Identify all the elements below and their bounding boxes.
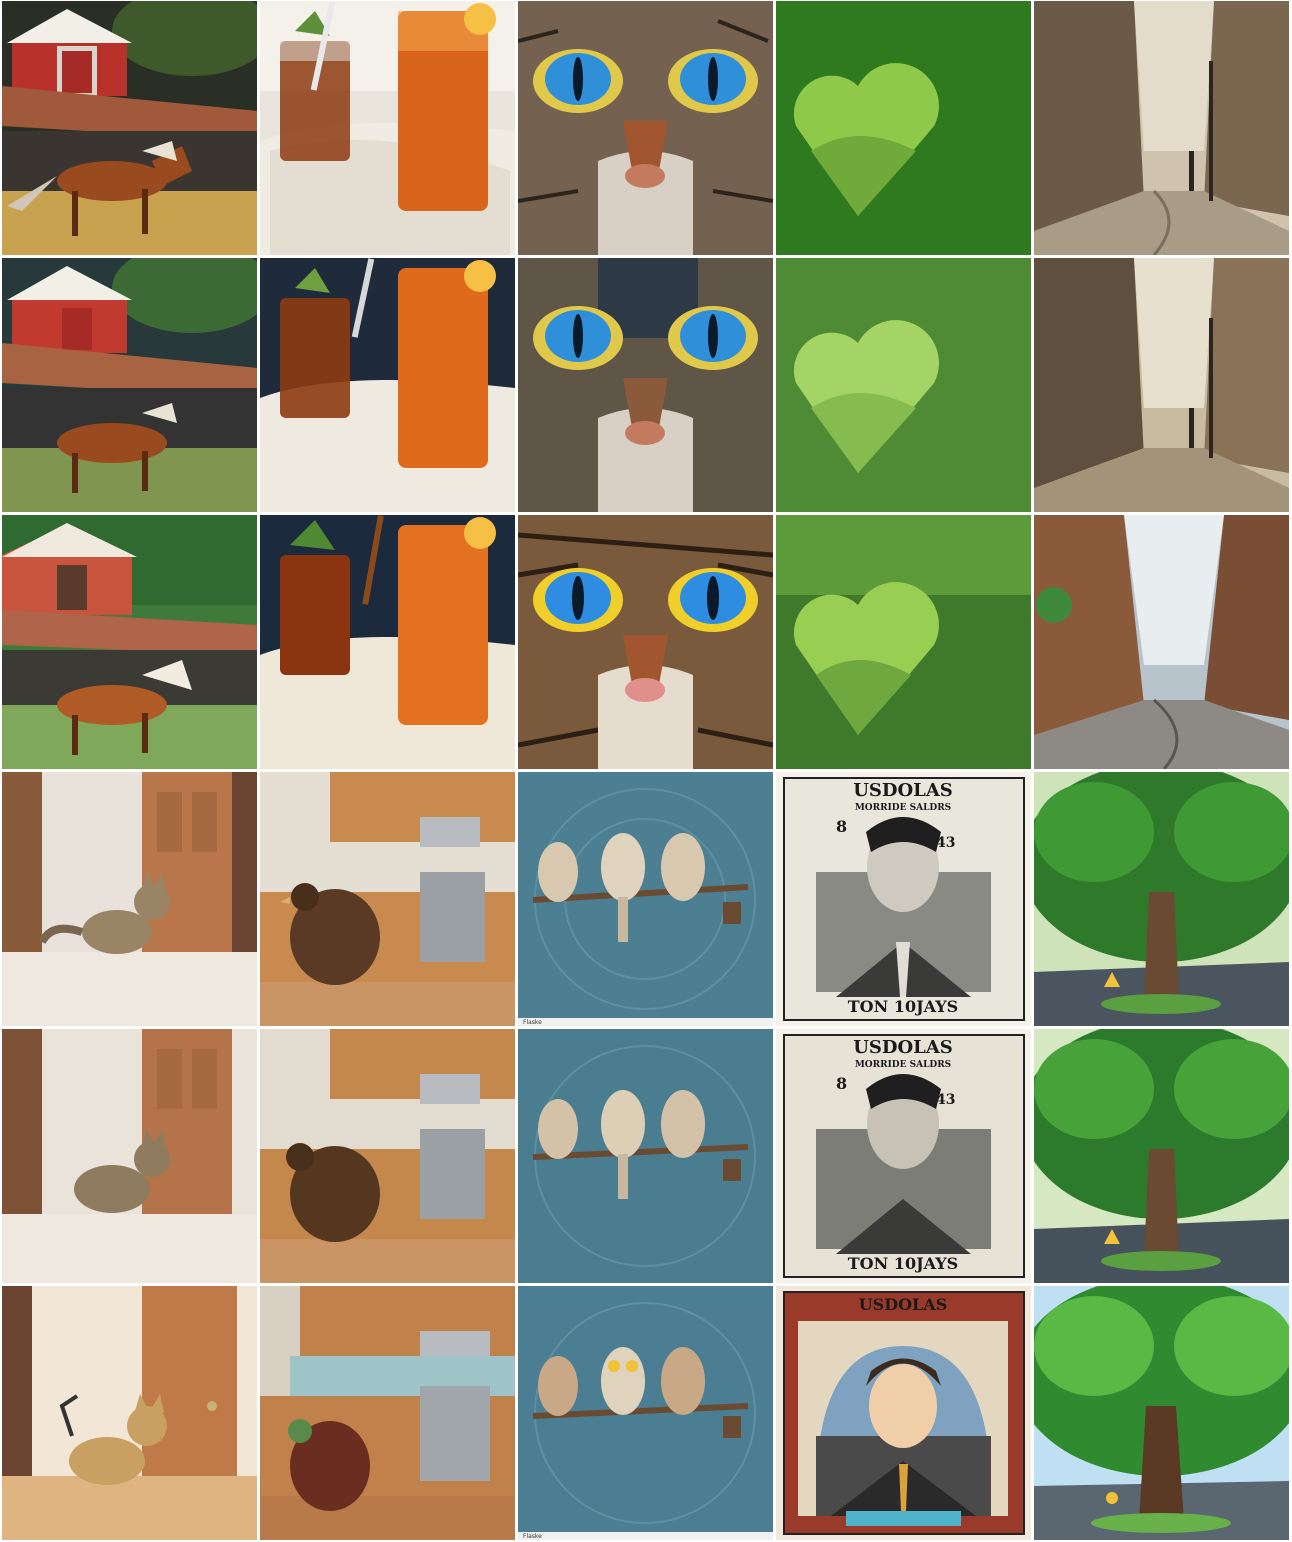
tile-iced-tea-2 <box>260 258 515 512</box>
tile-dollar-1: USDOLAS MORRIDE SALDRS 8 43 TON 10JAYS <box>776 772 1031 1026</box>
cat-eyes-image <box>518 258 773 512</box>
tile-owls-1: Flaske <box>518 772 773 1026</box>
money-top-text: USDOLAS <box>859 1295 948 1314</box>
tree-road-image <box>1034 1286 1289 1540</box>
tile-barn-horse-3 <box>2 515 257 769</box>
money-bottom-text: TON 10JAYS <box>848 997 958 1016</box>
dollar-bill-image: USDOLAS MORRIDE SALDRS 8 43 TON 10JAYS <box>776 1029 1031 1283</box>
turkey-kitchen-image <box>260 1029 515 1283</box>
tile-street-1 <box>1034 1 1289 255</box>
tile-tree-1 <box>1034 772 1289 1026</box>
tile-owls-3: Flaske <box>518 1286 773 1540</box>
tile-cat-eyes-2 <box>518 258 773 512</box>
money-corner-num-a: 8 <box>836 817 847 836</box>
owl-caption: Flaske <box>523 1019 542 1026</box>
money-bottom-text: TON 10JAYS <box>848 1254 958 1273</box>
cat-doorway-image <box>2 772 257 1026</box>
street-image <box>1034 515 1289 769</box>
tree-road-image <box>1034 772 1289 1026</box>
tile-barn-horse-1 <box>2 1 257 255</box>
street-image <box>1034 1 1289 255</box>
tile-turkey-kitchen-1 <box>260 772 515 1026</box>
tile-turkey-kitchen-3 <box>260 1286 515 1540</box>
owls-image: Flaske <box>518 1286 773 1540</box>
money-top-text: USDOLAS <box>853 780 953 801</box>
cat-doorway-image <box>2 1286 257 1540</box>
barn-horse-image <box>2 258 257 512</box>
owls-image: Flaske <box>518 772 773 1026</box>
tile-green-heart-2 <box>776 258 1031 512</box>
tile-cat-doorway-2 <box>2 1029 257 1283</box>
tile-cat-eyes-3 <box>518 515 773 769</box>
green-heart-image <box>776 258 1031 512</box>
barn-horse-image <box>2 1 257 255</box>
iced-tea-image <box>260 258 515 512</box>
owls-image <box>518 1029 773 1283</box>
iced-tea-image <box>260 515 515 769</box>
street-image <box>1034 258 1289 512</box>
tile-dollar-anime: USDOLAS <box>776 1286 1031 1540</box>
tree-road-image <box>1034 1029 1289 1283</box>
tile-street-2 <box>1034 258 1289 512</box>
barn-horse-image <box>2 515 257 769</box>
money-corner-num-a: 8 <box>836 1074 847 1093</box>
turkey-kitchen-image <box>260 772 515 1026</box>
image-grid: Flaske USDOLAS MORRIDE SALDRS 8 43 TON 1… <box>0 0 1292 1542</box>
dollar-bill-anime-image: USDOLAS <box>776 1286 1031 1540</box>
cat-doorway-image <box>2 1029 257 1283</box>
green-heart-image <box>776 1 1031 255</box>
tile-street-3 <box>1034 515 1289 769</box>
money-top-subtext: MORRIDE SALDRS <box>855 1060 951 1070</box>
tile-cat-doorway-3 <box>2 1286 257 1540</box>
tile-owls-2 <box>518 1029 773 1283</box>
green-heart-image <box>776 515 1031 769</box>
tile-cat-doorway-1 <box>2 772 257 1026</box>
cat-eyes-image <box>518 1 773 255</box>
tile-iced-tea-3 <box>260 515 515 769</box>
owl-caption: Flaske <box>523 1533 542 1540</box>
tile-cat-eyes-1 <box>518 1 773 255</box>
tile-tree-3 <box>1034 1286 1289 1540</box>
tile-green-heart-1 <box>776 1 1031 255</box>
iced-tea-image <box>260 1 515 255</box>
cat-eyes-image <box>518 515 773 769</box>
tile-barn-horse-2 <box>2 258 257 512</box>
tile-turkey-kitchen-2 <box>260 1029 515 1283</box>
money-top-subtext: MORRIDE SALDRS <box>855 803 951 813</box>
tile-green-heart-3 <box>776 515 1031 769</box>
tile-dollar-2: USDOLAS MORRIDE SALDRS 8 43 TON 10JAYS <box>776 1029 1031 1283</box>
money-top-text: USDOLAS <box>853 1037 953 1058</box>
tile-iced-tea-1 <box>260 1 515 255</box>
turkey-kitchen-image <box>260 1286 515 1540</box>
dollar-bill-image: USDOLAS MORRIDE SALDRS 8 43 TON 10JAYS <box>776 772 1031 1026</box>
tile-tree-2 <box>1034 1029 1289 1283</box>
